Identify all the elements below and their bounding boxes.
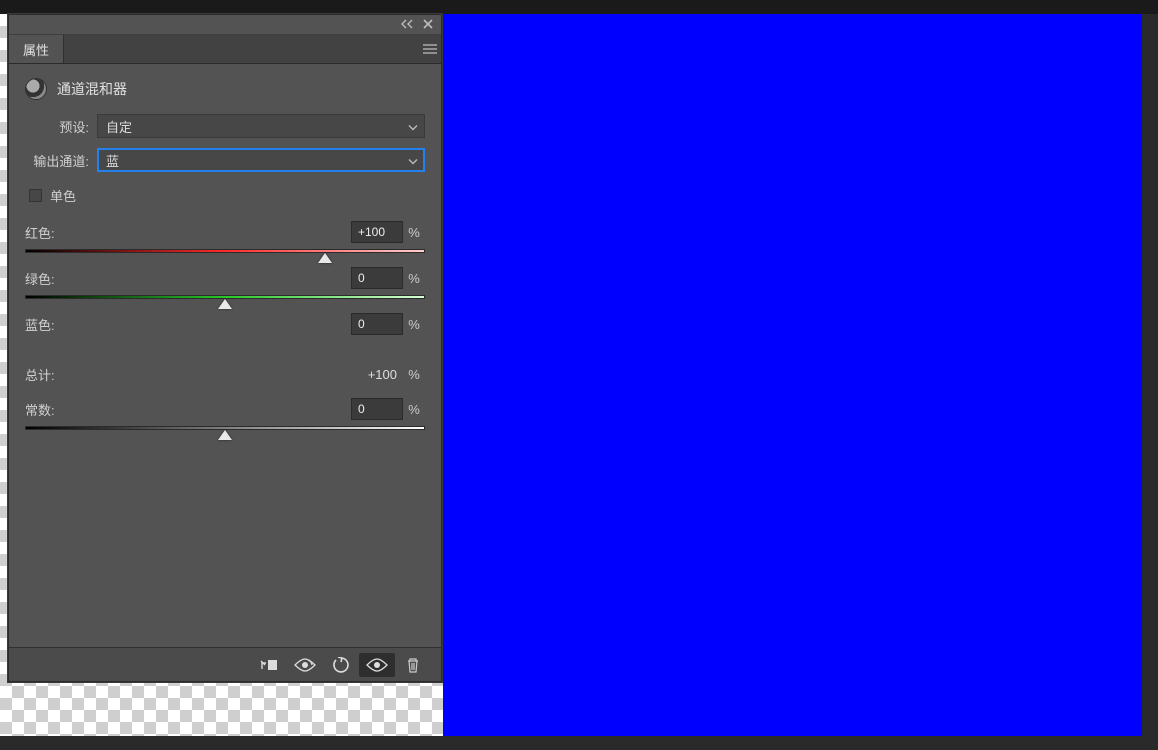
constant-slider-track[interactable] <box>25 426 425 430</box>
blue-slider-label: 蓝色: <box>25 315 351 334</box>
adjustment-title: 通道混和器 <box>57 79 127 99</box>
constant-slider-label: 常数: <box>25 400 351 419</box>
channel-mixer-icon <box>25 78 47 100</box>
red-slider-block: 红色: +100 % <box>25 221 425 253</box>
monochrome-label: 单色 <box>50 186 76 205</box>
green-slider-block: 绿色: 0 % <box>25 267 425 299</box>
clip-to-layer-button[interactable] <box>251 653 287 677</box>
green-slider-track[interactable] <box>25 295 425 299</box>
constant-slider-block: 常数: 0 % <box>25 398 425 430</box>
blue-slider-input-value: 0 <box>358 317 365 331</box>
percent-symbol: % <box>403 271 425 286</box>
preset-label: 预设: <box>25 117 97 136</box>
constant-slider-input-value: 0 <box>358 402 365 416</box>
green-slider-input[interactable]: 0 <box>351 267 403 289</box>
tab-spacer <box>64 35 419 63</box>
total-value: +100 <box>351 367 403 382</box>
output-channel-select-value: 蓝 <box>106 151 119 170</box>
output-channel-select[interactable]: 蓝 <box>97 148 425 172</box>
red-slider-thumb[interactable] <box>318 253 332 263</box>
constant-slider-input[interactable]: 0 <box>351 398 403 420</box>
blue-slider-block: 蓝色: 0 % <box>25 313 425 345</box>
output-channel-label: 输出通道: <box>25 151 97 170</box>
green-slider-thumb[interactable] <box>218 299 232 309</box>
chevron-down-icon <box>408 119 418 134</box>
panel-tabbar: 属性 <box>9 35 441 63</box>
constant-slider-thumb[interactable] <box>218 430 232 440</box>
monochrome-row: 单色 <box>29 186 425 205</box>
tab-properties-label: 属性 <box>23 40 49 59</box>
red-slider-label: 红色: <box>25 223 351 242</box>
preset-select-value: 自定 <box>106 117 132 136</box>
reset-button[interactable] <box>323 653 359 677</box>
blue-slider-input[interactable]: 0 <box>351 313 403 335</box>
panel-menu-button[interactable] <box>419 35 441 63</box>
app-bottom-strip <box>0 736 1158 750</box>
preset-row: 预设: 自定 <box>25 114 425 138</box>
toggle-visibility-button[interactable] <box>359 653 395 677</box>
delete-adjustment-button[interactable] <box>395 653 431 677</box>
total-label: 总计: <box>25 365 351 384</box>
panel-content: 通道混和器 预设: 自定 输出通道: 蓝 单色 <box>9 64 441 647</box>
close-panel-icon[interactable] <box>423 17 433 32</box>
percent-symbol: % <box>403 225 425 240</box>
output-channel-row: 输出通道: 蓝 <box>25 148 425 172</box>
total-row: 总计: +100 % <box>25 365 425 384</box>
green-slider-label: 绿色: <box>25 269 351 288</box>
panel-footer <box>9 647 441 681</box>
red-slider-track[interactable] <box>25 249 425 253</box>
red-slider-input-value: +100 <box>358 225 385 239</box>
chevron-down-icon <box>408 153 418 168</box>
adjustment-title-row: 通道混和器 <box>25 78 425 100</box>
monochrome-checkbox[interactable] <box>29 189 42 202</box>
app-right-strip <box>1142 0 1158 750</box>
panel-titlebar <box>9 15 441 35</box>
canvas-image[interactable] <box>443 14 1142 736</box>
percent-symbol: % <box>403 367 425 382</box>
view-previous-state-button[interactable] <box>287 653 323 677</box>
properties-panel: 属性 通道混和器 预设: 自定 输出通道: 蓝 <box>8 14 442 682</box>
percent-symbol: % <box>403 317 425 332</box>
percent-symbol: % <box>403 402 425 417</box>
green-slider-input-value: 0 <box>358 271 365 285</box>
red-slider-input[interactable]: +100 <box>351 221 403 243</box>
collapse-panel-icon[interactable] <box>401 17 413 32</box>
tab-properties[interactable]: 属性 <box>9 35 64 63</box>
preset-select[interactable]: 自定 <box>97 114 425 138</box>
